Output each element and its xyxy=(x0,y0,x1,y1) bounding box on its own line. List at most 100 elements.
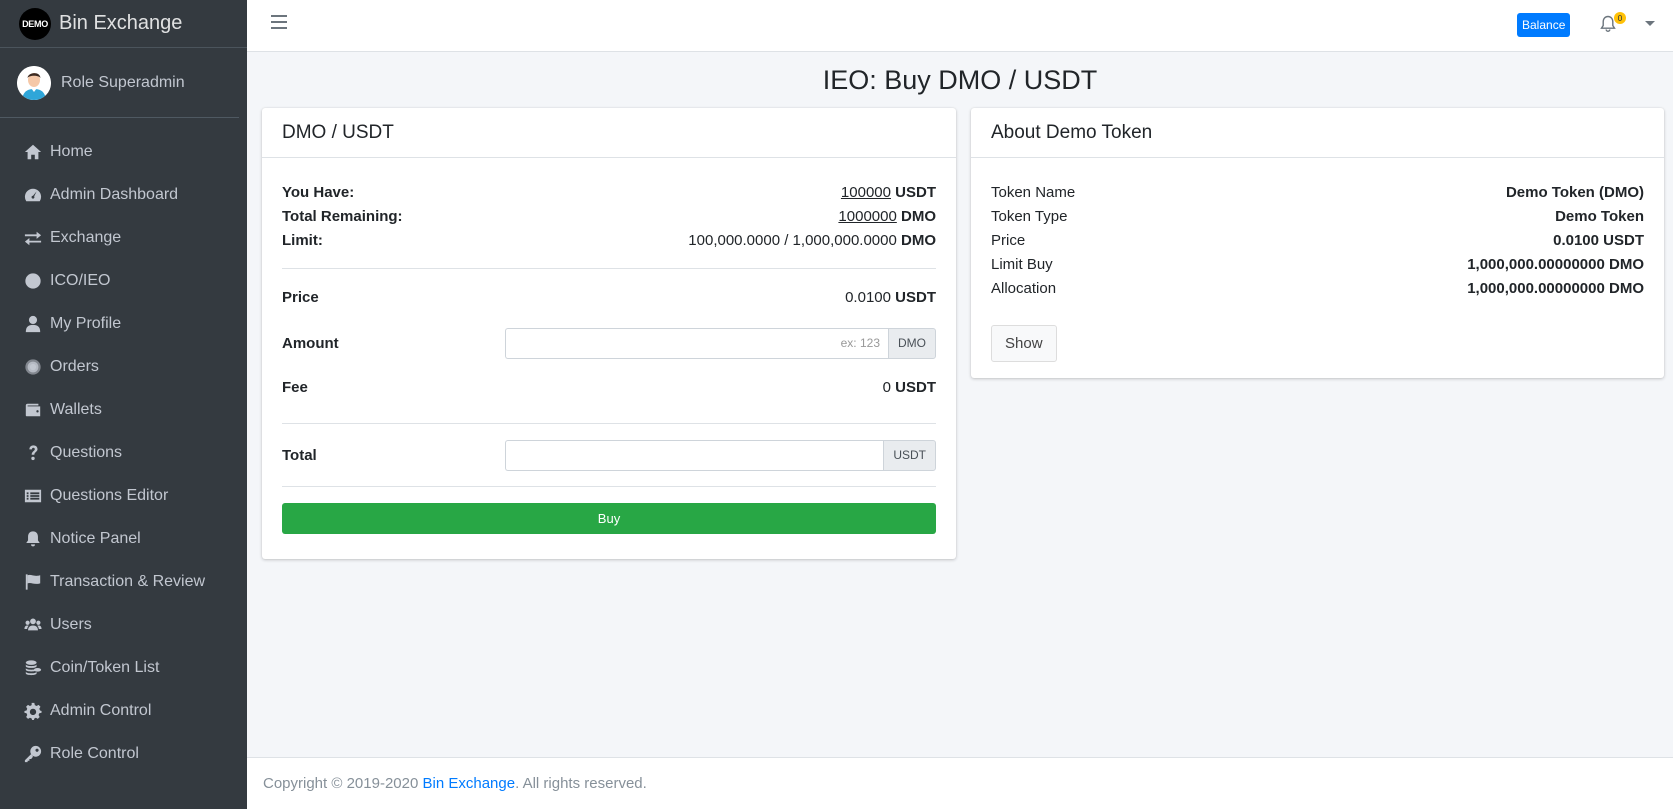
total-input[interactable] xyxy=(505,439,884,471)
limit-unit: DMO xyxy=(901,231,936,249)
home-icon xyxy=(23,143,43,161)
sidebar-item-questions[interactable]: Questions xyxy=(0,431,247,474)
sidebar-item-label: Questions xyxy=(50,443,123,461)
balance-button[interactable]: Balance xyxy=(1517,13,1571,37)
total-row: Total USDT xyxy=(282,439,936,471)
price-row: Price 0.0100 USDT xyxy=(282,285,936,309)
you-have-unit: USDT xyxy=(895,183,936,201)
sidebar: DEMO Bin Exchange Role Superadmin Home A… xyxy=(0,0,247,809)
limit-row: Limit: 100,000.0000 / 1,000,000.0000 DMO xyxy=(282,228,936,252)
sidebar-item-label: ICO/IEO xyxy=(50,271,111,289)
sidebar-item-label: Home xyxy=(50,142,93,160)
menu-toggle-icon[interactable] xyxy=(271,15,287,31)
remaining-value[interactable]: 1000000 xyxy=(838,208,896,225)
token-info-label: Token Name xyxy=(991,183,1076,201)
sidebar-item-notice-panel[interactable]: Notice Panel xyxy=(0,517,247,560)
brand-link[interactable]: DEMO Bin Exchange xyxy=(0,0,247,48)
buy-card: DMO / USDT You Have: 100000 USDT Total R… xyxy=(262,108,956,559)
token-info-value: Demo Token (DMO) xyxy=(1505,183,1644,201)
sidebar-item-ico-ieo[interactable]: ICO/IEO xyxy=(0,259,247,302)
sidebar-item-questions-editor[interactable]: Questions Editor xyxy=(0,474,247,517)
bell-icon xyxy=(23,530,43,548)
orders-icon xyxy=(23,358,43,376)
list-alt-icon xyxy=(23,487,43,505)
total-label: Total xyxy=(282,446,317,464)
sidebar-item-label: Wallets xyxy=(50,400,102,418)
token-info-label: Allocation xyxy=(991,279,1057,297)
sidebar-item-admin-dashboard[interactable]: Admin Dashboard xyxy=(0,173,247,216)
token-info-row: Allocation 1,000,000.00000000 DMO xyxy=(991,276,1644,300)
sidebar-item-label: Questions Editor xyxy=(50,486,169,504)
sidebar-item-label: Role Control xyxy=(50,744,139,762)
token-info-value: 1,000,000.00000000 DMO xyxy=(1467,279,1644,297)
brand-name: Bin Exchange xyxy=(59,12,183,34)
sidebar-item-wallets[interactable]: Wallets xyxy=(0,388,247,431)
topbar: Balance 0 xyxy=(247,0,1673,52)
token-info-label: Price xyxy=(991,231,1026,249)
sidebar-item-transaction-review[interactable]: Transaction & Review xyxy=(0,560,247,603)
footer: Copyright © 2019-2020 Bin Exchange . All… xyxy=(247,757,1673,809)
buy-button[interactable]: Buy xyxy=(282,503,936,534)
sidebar-item-label: Admin Control xyxy=(50,701,152,719)
footer-copyright: Copyright © 2019-2020 xyxy=(263,775,423,792)
remaining-label: Total Remaining: xyxy=(282,207,403,225)
fee-label: Fee xyxy=(282,378,308,396)
amount-input[interactable]: ex: 123 xyxy=(505,327,888,359)
coins-icon xyxy=(23,659,43,677)
sidebar-item-orders[interactable]: Orders xyxy=(0,345,247,388)
circle-icon xyxy=(23,272,43,290)
amount-input-group: ex: 123 DMO xyxy=(505,327,936,359)
token-info-row: Price 0.0100 USDT xyxy=(991,228,1644,252)
sidebar-item-label: Coin/Token List xyxy=(50,658,160,676)
token-info-value: Demo Token xyxy=(1555,207,1644,225)
about-token-card: About Demo Token Token Name Demo Token (… xyxy=(971,108,1664,378)
footer-brand-link[interactable]: Bin Exchange xyxy=(423,775,516,792)
user-name: Role Superadmin xyxy=(61,73,185,91)
about-card-header: About Demo Token xyxy=(971,108,1664,158)
sidebar-item-role-control[interactable]: Role Control xyxy=(0,732,247,775)
fee-value: 0 xyxy=(882,378,891,396)
sidebar-item-coin-token-list[interactable]: Coin/Token List xyxy=(0,646,247,689)
amount-label: Amount xyxy=(282,334,339,352)
user-menu-caret-icon[interactable] xyxy=(1645,21,1655,26)
remaining-unit: DMO xyxy=(901,207,936,225)
price-unit: USDT xyxy=(895,288,936,306)
sidebar-item-home[interactable]: Home xyxy=(0,130,247,173)
amount-row: Amount ex: 123 DMO xyxy=(282,327,936,359)
limit-value: 100,000.0000 / 1,000,000.0000 xyxy=(688,231,897,249)
token-info-label: Limit Buy xyxy=(991,255,1053,273)
total-input-group: USDT xyxy=(505,439,936,471)
sidebar-item-label: My Profile xyxy=(50,314,122,332)
fee-row: Fee 0 USDT xyxy=(282,375,936,399)
notification-count-badge: 0 xyxy=(1614,12,1626,24)
sidebar-item-exchange[interactable]: Exchange xyxy=(0,216,247,259)
footer-suffix: . All rights reserved. xyxy=(515,775,647,792)
token-info-row: Token Type Demo Token xyxy=(991,204,1644,228)
token-info-value: 0.0100 USDT xyxy=(1553,231,1644,249)
amount-unit-addon: DMO xyxy=(888,327,936,359)
fee-unit: USDT xyxy=(895,378,936,396)
you-have-row: You Have: 100000 USDT xyxy=(282,180,936,204)
exchange-icon xyxy=(23,229,43,247)
sidebar-item-admin-control[interactable]: Admin Control xyxy=(0,689,247,732)
you-have-value[interactable]: 100000 xyxy=(841,184,891,201)
key-icon xyxy=(23,745,43,763)
buy-card-header: DMO / USDT xyxy=(262,108,956,158)
brand-logo: DEMO xyxy=(19,7,51,40)
user-panel[interactable]: Role Superadmin xyxy=(0,48,239,118)
token-info-value: 1,000,000.00000000 DMO xyxy=(1467,255,1644,273)
limit-label: Limit: xyxy=(282,231,323,249)
page-title: IEO: Buy DMO / USDT xyxy=(822,65,1098,95)
sidebar-item-users[interactable]: Users xyxy=(0,603,247,646)
sidebar-item-label: Users xyxy=(50,615,92,633)
sidebar-item-my-profile[interactable]: My Profile xyxy=(0,302,247,345)
remaining-row: Total Remaining: 1000000 DMO xyxy=(282,204,936,228)
token-info-label: Token Type xyxy=(991,207,1068,225)
show-button[interactable]: Show xyxy=(991,325,1057,362)
avatar xyxy=(17,65,51,100)
divider xyxy=(282,486,936,487)
price-label: Price xyxy=(282,288,319,306)
sidebar-item-label: Notice Panel xyxy=(50,529,141,547)
wallet-icon xyxy=(23,401,43,419)
question-icon xyxy=(23,444,43,462)
